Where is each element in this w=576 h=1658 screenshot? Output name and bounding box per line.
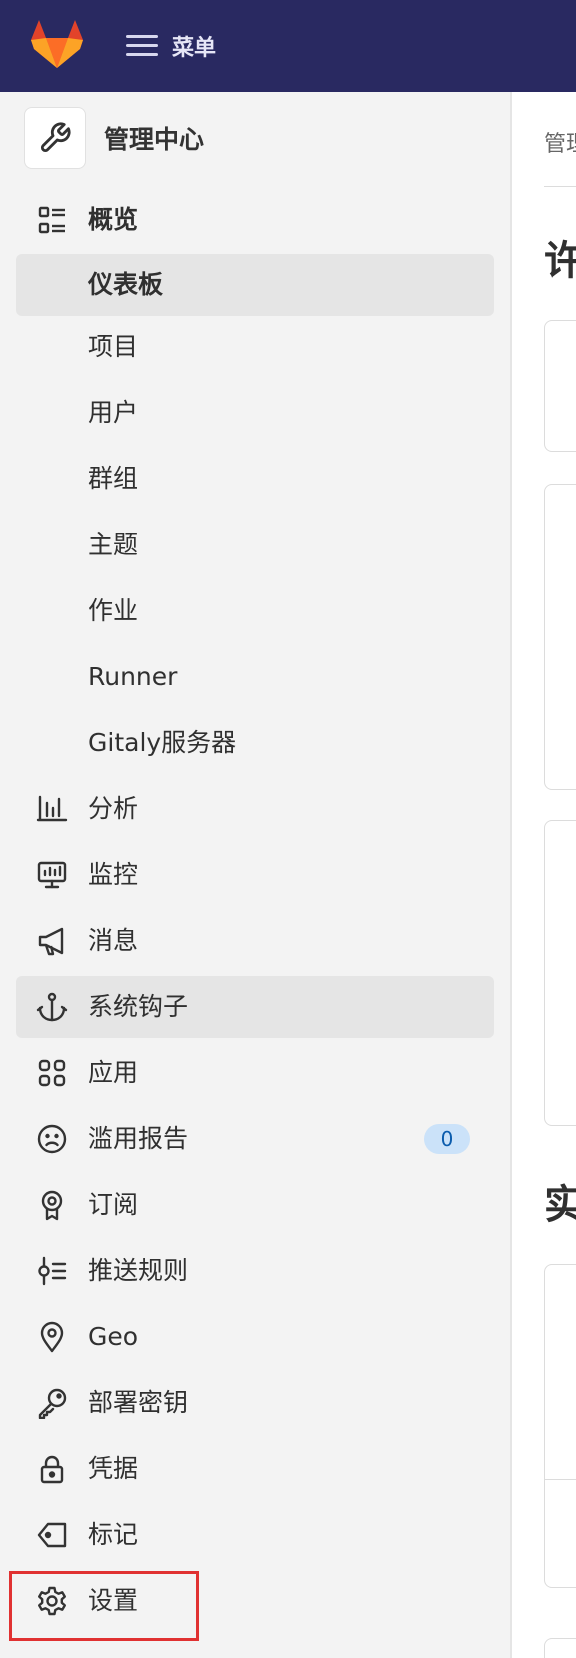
- sidebar-item-label: Runner: [88, 662, 178, 691]
- breadcrumb[interactable]: 管理中心: [544, 126, 576, 158]
- sidebar-item-label: 部署密钥: [88, 1388, 189, 1417]
- label-icon: [37, 1522, 67, 1548]
- sidebar-item-users[interactable]: 用户: [16, 382, 494, 444]
- sidebar-item-dashboard[interactable]: 仪表板: [16, 254, 494, 316]
- page-title: 许: [544, 238, 576, 284]
- license-icon: [41, 1190, 63, 1221]
- sidebar-item-label: 应用: [88, 1058, 139, 1087]
- info-card: [544, 820, 576, 1126]
- sidebar-item-label: 标记: [88, 1520, 139, 1549]
- sidebar-item-jobs[interactable]: 作业: [16, 580, 494, 642]
- wrench-icon: [24, 107, 86, 169]
- anchor-icon: [36, 992, 68, 1022]
- sidebar-item-push-rules[interactable]: 推送规则: [16, 1240, 494, 1302]
- sidebar-item-applications[interactable]: 应用: [16, 1042, 494, 1104]
- sidebar-item-label: 项目: [88, 332, 139, 361]
- sidebar-item-label: 滥用报告: [88, 1124, 189, 1153]
- sidebar-item-abuse-reports[interactable]: 滥用报告 0: [16, 1108, 494, 1170]
- info-card: [544, 1638, 576, 1658]
- sidebar-item-monitoring[interactable]: 监控: [16, 844, 494, 906]
- sidebar-item-label: 订阅: [88, 1190, 139, 1219]
- gitlab-logo-icon[interactable]: [30, 18, 84, 70]
- menu-button[interactable]: 菜单: [126, 26, 216, 66]
- lock-icon: [40, 1455, 64, 1484]
- key-icon: [38, 1388, 67, 1419]
- sidebar-item-projects[interactable]: 项目: [16, 316, 494, 378]
- sidebar-context-header[interactable]: 管理中心: [24, 106, 204, 170]
- settings-highlight-box: [9, 1571, 199, 1641]
- sidebar-item-runners[interactable]: Runner: [16, 646, 494, 708]
- sidebar-item-geo[interactable]: Geo: [16, 1306, 494, 1368]
- menu-label: 菜单: [172, 36, 217, 61]
- sidebar-context-title: 管理中心: [104, 125, 205, 154]
- sidebar-section-label: 概览: [88, 205, 139, 234]
- sidebar-item-subscription[interactable]: 订阅: [16, 1174, 494, 1236]
- sidebar-item-credentials[interactable]: 凭据: [16, 1438, 494, 1500]
- sidebar-item-label: 系统钩子: [88, 992, 189, 1021]
- sidebar-item-topics[interactable]: 主题: [16, 514, 494, 576]
- monitor-icon: [37, 861, 67, 889]
- sidebar-item-messages[interactable]: 消息: [16, 910, 494, 972]
- hamburger-icon: [126, 35, 160, 57]
- sidebar-item-label: 监控: [88, 860, 139, 889]
- sidebar-item-label: 主题: [88, 530, 139, 559]
- sidebar-item-label: 分析: [88, 794, 139, 823]
- sidebar-item-label: 消息: [88, 926, 139, 955]
- section-heading: 实: [544, 1182, 576, 1228]
- info-card: [544, 484, 576, 790]
- push-rules-icon: [38, 1256, 67, 1286]
- sidebar-item-label: Geo: [88, 1322, 139, 1351]
- megaphone-icon: [38, 927, 64, 956]
- sidebar-item-system-hooks[interactable]: 系统钩子: [16, 976, 494, 1038]
- location-icon: [40, 1321, 64, 1353]
- sidebar-item-labels[interactable]: 标记: [16, 1504, 494, 1566]
- breadcrumb-divider: [544, 186, 576, 187]
- sidebar-item-label: 凭据: [88, 1454, 139, 1483]
- sidebar-section-overview[interactable]: 概览: [16, 189, 494, 251]
- sidebar-item-gitaly-servers[interactable]: Gitaly服务器: [16, 712, 494, 774]
- main-content: 管理中心 许 实: [512, 92, 576, 1658]
- sidebar-item-label: 群组: [88, 464, 139, 493]
- sidebar-item-label: 推送规则: [88, 1256, 189, 1285]
- top-navbar: 菜单: [0, 0, 576, 92]
- sidebar-item-label: 作业: [88, 596, 139, 625]
- sidebar-item-groups[interactable]: 群组: [16, 448, 494, 510]
- count-badge: 0: [424, 1124, 470, 1154]
- sidebar-item-label: Gitaly服务器: [88, 728, 237, 757]
- sidebar-item-label: 用户: [88, 398, 139, 427]
- card-divider: [545, 1479, 576, 1480]
- info-card: [544, 320, 576, 452]
- chart-icon: [36, 795, 68, 822]
- sidebar-item-label: 仪表板: [88, 270, 164, 299]
- info-card: [544, 1264, 576, 1588]
- apps-icon: [38, 1059, 66, 1087]
- sidebar-item-analytics[interactable]: 分析: [16, 778, 494, 840]
- sidebar-item-deploy-keys[interactable]: 部署密钥: [16, 1372, 494, 1434]
- overview-icon: [38, 206, 65, 234]
- sidebar: 管理中心 概览 仪表板 项目 用户 群组 主题 作业 Runner Gitaly…: [0, 92, 512, 1658]
- sad-face-icon: [37, 1124, 67, 1154]
